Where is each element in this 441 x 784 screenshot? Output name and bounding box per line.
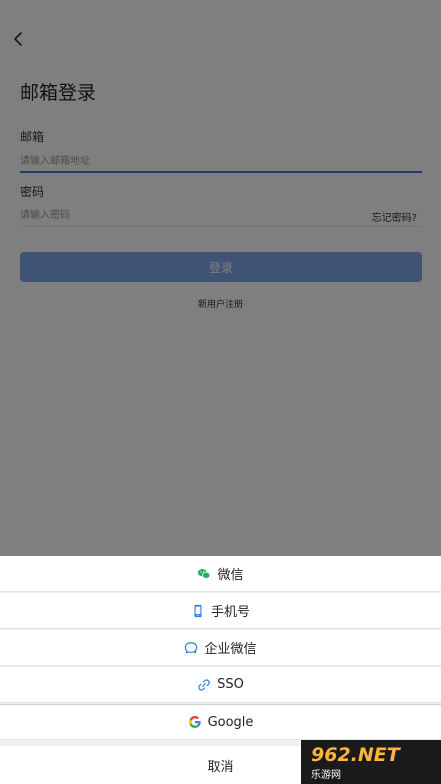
site-watermark: 962.NET 乐游网 bbox=[301, 740, 441, 784]
sso-option[interactable]: SSO bbox=[0, 667, 441, 703]
phone-option[interactable]: 手机号 bbox=[0, 593, 441, 629]
wecom-option[interactable]: 企业微信 bbox=[0, 630, 441, 666]
phone-icon bbox=[194, 604, 202, 617]
wecom-icon bbox=[185, 641, 198, 654]
google-icon bbox=[188, 716, 201, 728]
wechat-option[interactable]: 微信 bbox=[0, 556, 441, 592]
wecom-option-label: 企业微信 bbox=[204, 642, 257, 657]
wechat-option-label: 微信 bbox=[217, 568, 244, 583]
sso-option-label: SSO bbox=[217, 677, 244, 692]
wechat-icon bbox=[198, 568, 211, 579]
watermark-text: 乐游网 bbox=[311, 769, 341, 781]
watermark-logo: 962.NET bbox=[311, 743, 400, 766]
google-option[interactable]: Google bbox=[0, 704, 441, 740]
link-icon bbox=[198, 678, 210, 691]
google-option-label: Google bbox=[207, 714, 254, 730]
phone-option-label: 手机号 bbox=[210, 605, 250, 620]
